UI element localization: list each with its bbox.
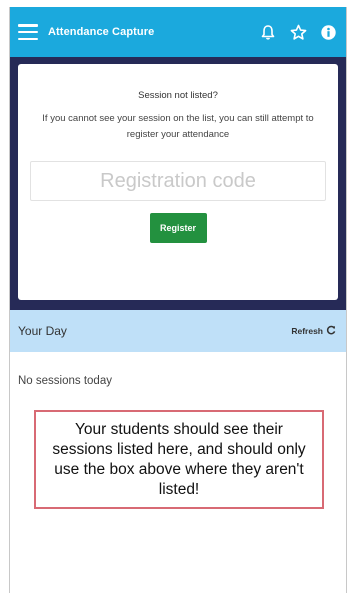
info-icon[interactable]	[321, 24, 336, 40]
app-bar: Attendance Capture	[10, 7, 346, 57]
app-window: Attendance Capture Session not listed? I…	[9, 7, 347, 593]
app-title: Attendance Capture	[48, 26, 155, 38]
register-panel: Session not listed? If you cannot see yo…	[10, 57, 346, 310]
your-day-bar: Your Day Refresh	[10, 310, 346, 352]
sessions-content: No sessions today Your students should s…	[10, 375, 346, 509]
refresh-label: Refresh	[291, 326, 323, 336]
empty-sessions-text: No sessions today	[18, 375, 112, 387]
card-description: If you cannot see your session on the li…	[42, 113, 314, 140]
bell-icon[interactable]	[260, 24, 276, 41]
refresh-button[interactable]: Refresh	[291, 325, 336, 337]
card-heading: Session not listed?	[138, 90, 218, 101]
register-button[interactable]: Register	[149, 213, 207, 243]
app-bar-actions	[260, 24, 336, 41]
refresh-icon	[326, 325, 336, 337]
register-card: Session not listed? If you cannot see yo…	[18, 64, 338, 300]
annotation-note-text: Your students should see their sessions …	[52, 420, 306, 498]
your-day-title: Your Day	[18, 324, 67, 338]
star-icon[interactable]	[290, 24, 307, 41]
menu-icon[interactable]	[18, 24, 38, 40]
registration-code-input[interactable]	[30, 161, 326, 201]
annotation-note: Your students should see their sessions …	[34, 410, 324, 509]
